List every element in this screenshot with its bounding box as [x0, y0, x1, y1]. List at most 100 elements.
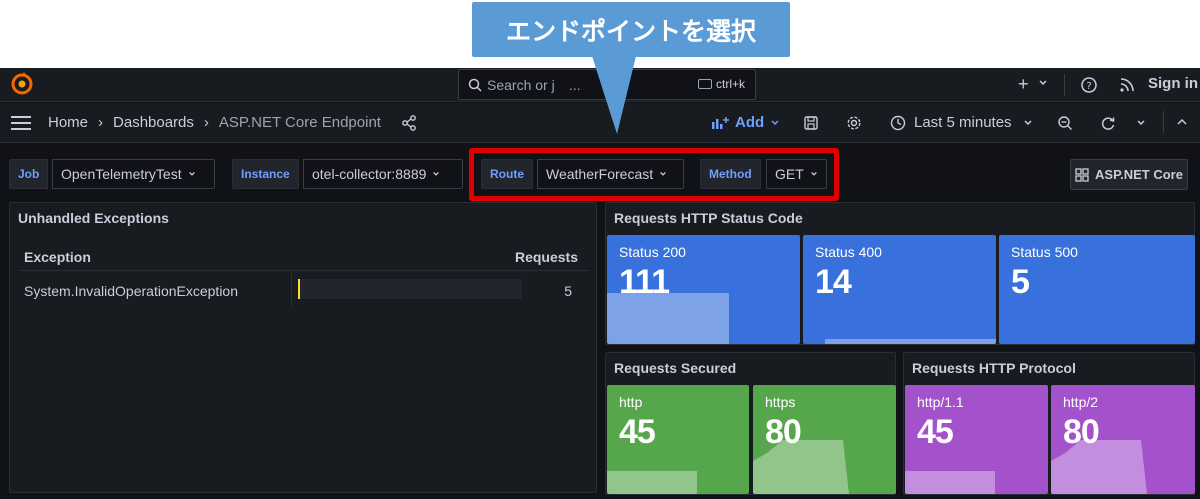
stat-label: Status 500 — [1011, 244, 1078, 260]
add-button[interactable]: Add — [711, 114, 780, 131]
keyboard-icon — [697, 79, 712, 89]
stat-status-400[interactable]: Status 400 14 — [803, 235, 996, 344]
share-icon[interactable] — [401, 114, 417, 131]
stat-http[interactable]: http 45 — [607, 385, 749, 494]
aspnet-core-dashboard-link[interactable]: ASP.NET Core — [1070, 159, 1188, 190]
panel-title[interactable]: Requests HTTP Status Code — [614, 210, 803, 226]
table-cell-exception: System.InvalidOperationException — [24, 283, 238, 299]
toolbar-divider — [1163, 111, 1164, 133]
sign-in-link[interactable]: Sign in — [1148, 75, 1198, 92]
svg-text:?: ? — [1086, 81, 1091, 92]
breadcrumb-current-dashboard: ASP.NET Core Endpoint — [218, 114, 381, 131]
panel-status-code: Requests HTTP Status Code Status 200 111… — [605, 202, 1195, 345]
stat-label: http/1.1 — [917, 394, 964, 410]
chevron-down-icon — [1024, 119, 1032, 125]
time-range-picker[interactable]: Last 5 minutes — [890, 114, 1036, 131]
variable-value-instance: otel-collector:8889 — [312, 166, 427, 182]
breadcrumb-separator-icon: › — [203, 114, 209, 131]
variable-label-route: Route — [481, 159, 533, 189]
variable-label-job: Job — [9, 159, 49, 189]
dashboard-toolbar: Home › Dashboards › ASP.NET Core Endpoin… — [0, 103, 1200, 143]
menu-icon[interactable] — [11, 116, 31, 130]
stat-label: http — [619, 394, 643, 410]
add-panel-icon — [712, 116, 729, 129]
refresh-icon[interactable] — [1100, 115, 1116, 131]
stat-status-500[interactable]: Status 500 5 — [999, 235, 1195, 344]
variable-label-method: Method — [700, 159, 761, 189]
stat-value: 5 — [1011, 263, 1030, 301]
stat-http-1-1[interactable]: http/1.1 45 — [905, 385, 1048, 494]
stat-https[interactable]: https 80 — [753, 385, 896, 494]
time-range-label: Last 5 minutes — [914, 114, 1012, 131]
variable-select-instance[interactable]: otel-collector:8889 — [303, 159, 463, 189]
top-nav: Search or j ... ctrl+k + ? Sign in — [0, 68, 1200, 102]
table-cell-divider — [291, 272, 292, 306]
chevron-down-icon — [188, 171, 195, 176]
stat-value: 80 — [765, 413, 802, 451]
help-icon[interactable]: ? — [1080, 76, 1098, 94]
variable-value-job: OpenTelemetryTest — [61, 166, 182, 182]
clock-icon — [890, 115, 906, 130]
column-header-requests[interactable]: Requests — [515, 249, 578, 265]
variable-value-route: WeatherForecast — [546, 166, 654, 182]
stat-label: https — [765, 394, 796, 410]
gauge-bar-track — [300, 279, 522, 299]
nav-divider — [1064, 74, 1065, 96]
search-shortcut-text: ctrl+k — [715, 77, 745, 91]
stat-http-2[interactable]: http/2 80 — [1051, 385, 1195, 494]
chevron-down-icon — [433, 171, 440, 176]
search-shortcut: ctrl+k — [697, 77, 745, 91]
settings-gear-icon[interactable] — [846, 115, 862, 131]
annotation-callout-text: エンドポイントを選択 — [505, 16, 756, 46]
variable-label-instance: Instance — [232, 159, 299, 189]
chevron-down-icon — [771, 119, 779, 125]
screenshot-root: エンドポイントを選択 Search or j ... ctrl+k + ? Si… — [0, 0, 1200, 499]
stat-status-200[interactable]: Status 200 111 — [607, 235, 800, 344]
panel-unhandled-exceptions: Unhandled Exceptions Exception Requests … — [9, 202, 597, 493]
chevron-up-icon[interactable] — [1175, 117, 1189, 127]
stat-label: http/2 — [1063, 394, 1099, 410]
column-header-exception[interactable]: Exception — [24, 249, 91, 265]
search-placeholder-ellipsis: ... — [569, 77, 581, 93]
panel-title[interactable]: Requests Secured — [614, 360, 736, 376]
stat-value: 14 — [815, 263, 852, 301]
breadcrumb-separator-icon: › — [98, 114, 104, 131]
variable-select-job[interactable]: OpenTelemetryTest — [52, 159, 215, 189]
table-cell-requests: 5 — [564, 283, 572, 299]
chevron-down-icon[interactable] — [1135, 118, 1147, 128]
stat-value: 45 — [619, 413, 656, 451]
breadcrumb-home[interactable]: Home — [48, 114, 88, 131]
add-button-label: Add — [735, 114, 765, 131]
chevron-down-icon — [660, 171, 666, 176]
panel-title[interactable]: Unhandled Exceptions — [18, 210, 169, 226]
panel-requests-secured: Requests Secured http 45 https 80 — [605, 352, 896, 495]
search-icon — [468, 78, 482, 92]
variable-value-method: GET — [775, 166, 804, 182]
breadcrumb: Home › Dashboards › ASP.NET Core Endpoin… — [48, 114, 417, 131]
save-icon[interactable] — [803, 115, 819, 131]
search-input[interactable]: Search or j ... ctrl+k — [458, 69, 756, 100]
variables-bar: Job OpenTelemetryTest Instance otel-coll… — [0, 144, 1200, 198]
search-placeholder: Search or j — [487, 77, 555, 93]
panel-http-protocol: Requests HTTP Protocol http/1.1 45 http/… — [903, 352, 1195, 495]
stat-label: Status 400 — [815, 244, 882, 260]
variable-select-route[interactable]: WeatherForecast — [537, 159, 684, 189]
stat-value: 45 — [917, 413, 954, 451]
stat-label: Status 200 — [619, 244, 686, 260]
table-header-divider — [20, 270, 590, 271]
chevron-down-icon[interactable] — [1038, 78, 1048, 88]
breadcrumb-dashboards[interactable]: Dashboards — [113, 114, 194, 131]
stat-value: 80 — [1063, 413, 1100, 451]
new-button[interactable]: + — [1018, 74, 1029, 95]
zoom-out-icon[interactable] — [1057, 115, 1073, 131]
panel-title[interactable]: Requests HTTP Protocol — [912, 360, 1076, 376]
dashboard-grid-icon — [1075, 167, 1089, 182]
chevron-down-icon — [810, 171, 817, 176]
grafana-app: Search or j ... ctrl+k + ? Sign in Home … — [0, 68, 1200, 499]
variable-select-method[interactable]: GET — [766, 159, 827, 189]
aspnet-core-link-label: ASP.NET Core — [1095, 167, 1183, 182]
stat-value: 111 — [619, 263, 670, 301]
annotation-callout: エンドポイントを選択 — [472, 2, 790, 57]
news-feed-icon[interactable] — [1118, 76, 1136, 94]
grafana-logo-icon[interactable] — [10, 72, 34, 96]
